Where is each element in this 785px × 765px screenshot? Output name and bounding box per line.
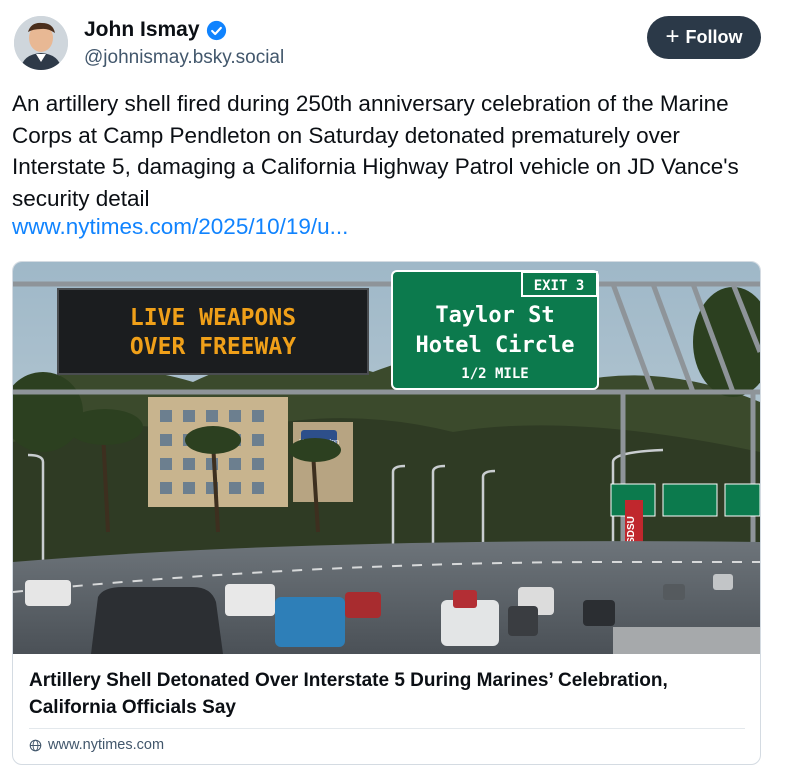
message-board-line-1: LIVE WEAPONS bbox=[130, 305, 296, 331]
follow-button[interactable]: + Follow bbox=[647, 16, 761, 59]
plus-icon: + bbox=[665, 22, 680, 50]
sdsu-banner: SDSU bbox=[626, 516, 637, 544]
link-card-divider bbox=[29, 728, 745, 729]
post-text: An artillery shell fired during 250th an… bbox=[12, 91, 739, 211]
link-card-image[interactable]: Hampton Inn LIVE WEAPONS bbox=[13, 262, 760, 654]
post: John Ismay @johnismay.bsky.social + Foll… bbox=[0, 0, 785, 765]
author-avatar[interactable] bbox=[14, 16, 68, 70]
author-handle[interactable]: @johnismay.bsky.social bbox=[84, 47, 284, 69]
author-name[interactable]: John Ismay bbox=[84, 18, 200, 42]
link-card[interactable]: Hampton Inn LIVE WEAPONS bbox=[12, 261, 761, 765]
exit-sign-line-1: Taylor St bbox=[435, 303, 554, 328]
exit-sign-line-2: Hotel Circle bbox=[416, 333, 575, 358]
verified-badge-icon bbox=[206, 20, 226, 40]
globe-icon bbox=[29, 739, 42, 751]
post-link[interactable]: www.nytimes.com/2025/10/19/u... bbox=[12, 214, 348, 240]
exit-number: EXIT 3 bbox=[534, 278, 585, 294]
link-card-domain-row: www.nytimes.com bbox=[29, 737, 164, 753]
follow-button-label: Follow bbox=[685, 27, 743, 47]
author-name-row[interactable]: John Ismay bbox=[84, 18, 227, 42]
message-board-line-2: OVER FREEWAY bbox=[130, 334, 296, 360]
exit-sign-distance: 1/2 MILE bbox=[461, 366, 528, 382]
link-card-domain: www.nytimes.com bbox=[48, 737, 165, 753]
link-card-title[interactable]: Artillery Shell Detonated Over Interstat… bbox=[29, 667, 739, 721]
